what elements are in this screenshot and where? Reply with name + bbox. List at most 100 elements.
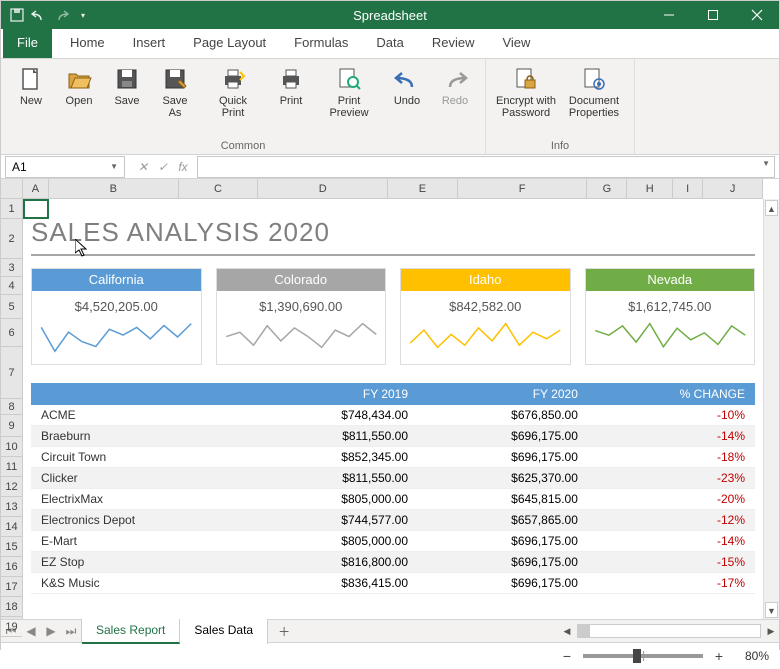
ribbon-tab-insert[interactable]: Insert bbox=[119, 28, 180, 58]
row-header-19[interactable]: 19 bbox=[1, 617, 22, 637]
maximize-button[interactable] bbox=[691, 1, 735, 29]
name-box-dropdown-icon[interactable]: ▼ bbox=[110, 162, 118, 171]
ribbon-tab-page-layout[interactable]: Page Layout bbox=[179, 28, 280, 58]
ribbon-save-as-button[interactable]: SaveAs bbox=[151, 63, 199, 138]
row-header-18[interactable]: 18 bbox=[1, 597, 22, 617]
row-header-2[interactable]: 2 bbox=[1, 219, 22, 259]
row-header-17[interactable]: 17 bbox=[1, 577, 22, 597]
col-header-B[interactable]: B bbox=[49, 179, 179, 198]
formula-expand-icon[interactable]: ▼ bbox=[762, 159, 770, 168]
horizontal-scrollbar[interactable]: ◀ ▶ bbox=[559, 624, 779, 638]
sheet-tab-sales-report[interactable]: Sales Report bbox=[82, 618, 180, 644]
ribbon-tab-formulas[interactable]: Formulas bbox=[280, 28, 362, 58]
vertical-scrollbar[interactable]: ▲ ▼ bbox=[763, 199, 779, 619]
table-cell[interactable]: ACME bbox=[31, 405, 248, 426]
hscroll-left-icon[interactable]: ◀ bbox=[559, 626, 575, 637]
col-header-F[interactable]: F bbox=[458, 179, 588, 198]
table-cell[interactable]: $657,865.00 bbox=[418, 510, 588, 531]
table-cell[interactable]: EZ Stop bbox=[31, 552, 248, 573]
table-cell[interactable]: -14% bbox=[588, 426, 755, 447]
zoom-slider-handle[interactable] bbox=[633, 649, 641, 663]
select-all-corner[interactable] bbox=[1, 179, 23, 199]
table-cell[interactable]: -23% bbox=[588, 468, 755, 489]
add-sheet-button[interactable]: ＋ bbox=[268, 623, 300, 640]
table-cell[interactable]: -14% bbox=[588, 531, 755, 552]
col-header-I[interactable]: I bbox=[673, 179, 703, 198]
table-cell[interactable]: Clicker bbox=[31, 468, 248, 489]
tab-last-icon[interactable]: ⏭ bbox=[61, 619, 81, 643]
col-header-H[interactable]: H bbox=[627, 179, 673, 198]
row-header-15[interactable]: 15 bbox=[1, 537, 22, 557]
qat-save-icon[interactable] bbox=[9, 7, 25, 23]
formula-input[interactable]: ▼ bbox=[197, 156, 775, 178]
col-header-C[interactable]: C bbox=[179, 179, 259, 198]
col-header-E[interactable]: E bbox=[388, 179, 458, 198]
row-header-16[interactable]: 16 bbox=[1, 557, 22, 577]
table-cell[interactable]: $645,815.00 bbox=[418, 489, 588, 510]
row-header-7[interactable]: 7 bbox=[1, 347, 22, 399]
hscroll-right-icon[interactable]: ▶ bbox=[763, 626, 779, 637]
row-header-8[interactable]: 8 bbox=[1, 399, 22, 415]
col-header-J[interactable]: J bbox=[703, 179, 763, 198]
table-cell[interactable]: -12% bbox=[588, 510, 755, 531]
ribbon-quick-print-button[interactable]: QuickPrint bbox=[199, 63, 267, 138]
ribbon-print-button[interactable]: Print bbox=[267, 63, 315, 138]
table-cell[interactable]: E-Mart bbox=[31, 531, 248, 552]
row-header-13[interactable]: 13 bbox=[1, 497, 22, 517]
minimize-button[interactable] bbox=[647, 1, 691, 29]
row-header-5[interactable]: 5 bbox=[1, 295, 22, 319]
zoom-percent[interactable]: 80% bbox=[735, 649, 769, 663]
table-cell[interactable]: $696,175.00 bbox=[418, 552, 588, 573]
tab-next-icon[interactable]: ▶ bbox=[41, 619, 61, 643]
ribbon-encrypt-button[interactable]: Encrypt withPassword bbox=[492, 63, 560, 138]
table-cell[interactable]: $816,800.00 bbox=[248, 552, 418, 573]
table-cell[interactable]: $852,345.00 bbox=[248, 447, 418, 468]
row-header-14[interactable]: 14 bbox=[1, 517, 22, 537]
table-cell[interactable]: $748,434.00 bbox=[248, 405, 418, 426]
col-header-G[interactable]: G bbox=[587, 179, 627, 198]
hscroll-thumb[interactable] bbox=[578, 625, 590, 637]
zoom-in-button[interactable]: + bbox=[711, 648, 727, 664]
table-cell[interactable]: $744,577.00 bbox=[248, 510, 418, 531]
ribbon-tab-view[interactable]: View bbox=[488, 28, 544, 58]
hscroll-track[interactable] bbox=[577, 624, 761, 638]
ribbon-undo-button[interactable]: Undo bbox=[383, 63, 431, 138]
table-cell[interactable]: $676,850.00 bbox=[418, 405, 588, 426]
col-header-D[interactable]: D bbox=[258, 179, 388, 198]
cancel-formula-icon[interactable]: ✕ bbox=[135, 160, 151, 174]
row-header-3[interactable]: 3 bbox=[1, 259, 22, 277]
fx-icon[interactable]: fx bbox=[175, 160, 191, 174]
row-header-11[interactable]: 11 bbox=[1, 457, 22, 477]
table-cell[interactable]: Braeburn bbox=[31, 426, 248, 447]
table-cell[interactable]: $836,415.00 bbox=[248, 573, 418, 594]
table-cell[interactable]: -20% bbox=[588, 489, 755, 510]
row-header-10[interactable]: 10 bbox=[1, 437, 22, 457]
table-cell[interactable]: -15% bbox=[588, 552, 755, 573]
table-cell[interactable]: Circuit Town bbox=[31, 447, 248, 468]
qat-customize-icon[interactable]: ▾ bbox=[75, 7, 91, 23]
ribbon-doc-properties-button[interactable]: DocumentProperties bbox=[560, 63, 628, 138]
table-cell[interactable]: -18% bbox=[588, 447, 755, 468]
ribbon-tab-file[interactable]: File bbox=[3, 28, 52, 58]
col-header-A[interactable]: A bbox=[23, 179, 49, 198]
row-header-1[interactable]: 1 bbox=[1, 199, 22, 219]
ribbon-tab-home[interactable]: Home bbox=[56, 28, 119, 58]
ribbon-new-button[interactable]: New bbox=[7, 63, 55, 138]
qat-redo-icon[interactable] bbox=[53, 7, 69, 23]
zoom-slider[interactable] bbox=[583, 654, 703, 658]
row-header-9[interactable]: 9 bbox=[1, 415, 22, 437]
row-header-12[interactable]: 12 bbox=[1, 477, 22, 497]
grid-body[interactable]: SALES ANALYSIS 2020 California$4,520,205… bbox=[23, 199, 763, 619]
table-cell[interactable]: $811,550.00 bbox=[248, 468, 418, 489]
table-cell[interactable]: $805,000.00 bbox=[248, 531, 418, 552]
zoom-out-button[interactable]: − bbox=[559, 648, 575, 664]
sheet-tab-sales-data[interactable]: Sales Data bbox=[180, 618, 268, 644]
scroll-up-icon[interactable]: ▲ bbox=[765, 200, 778, 216]
enter-formula-icon[interactable]: ✓ bbox=[155, 160, 171, 174]
ribbon-print-preview-button[interactable]: PrintPreview bbox=[315, 63, 383, 138]
ribbon-open-button[interactable]: Open bbox=[55, 63, 103, 138]
name-box[interactable]: A1 ▼ bbox=[5, 156, 125, 178]
table-cell[interactable]: $696,175.00 bbox=[418, 573, 588, 594]
ribbon-tab-review[interactable]: Review bbox=[418, 28, 489, 58]
table-cell[interactable]: $696,175.00 bbox=[418, 531, 588, 552]
